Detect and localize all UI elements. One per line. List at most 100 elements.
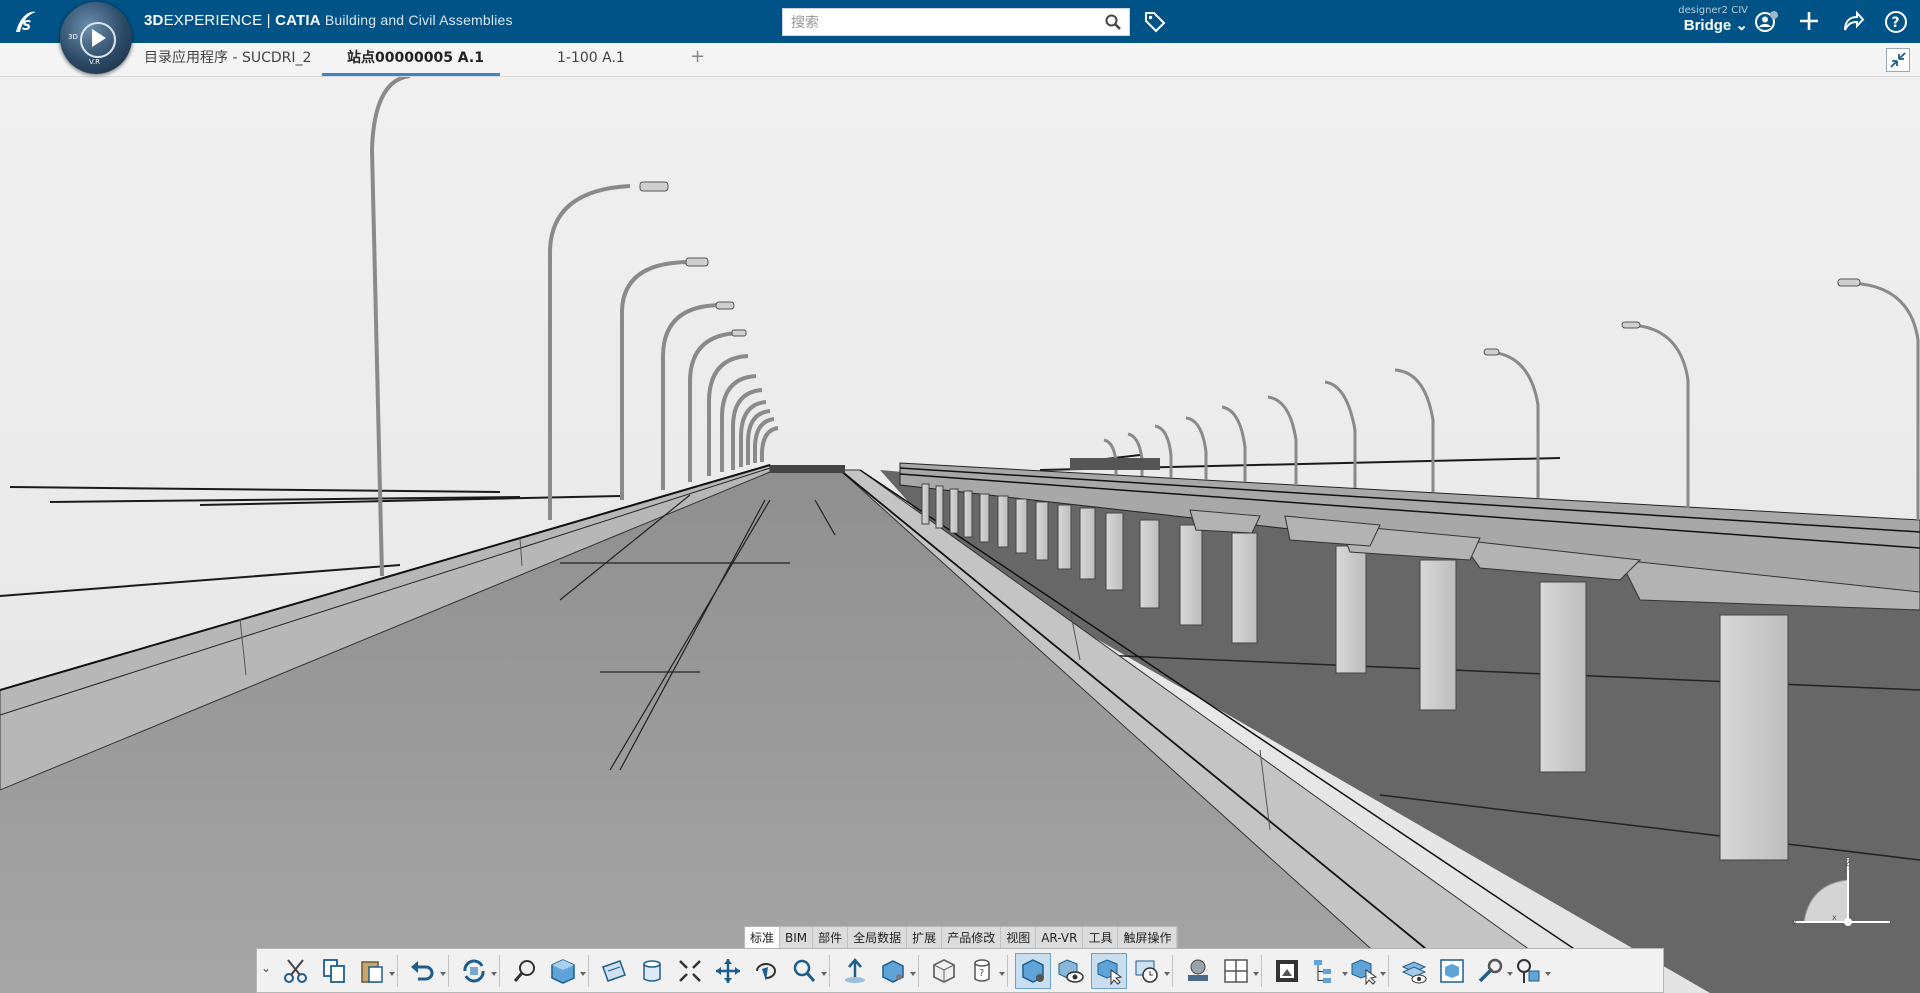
svg-text:?: ? bbox=[1892, 15, 1900, 31]
dropdown-arrow-icon[interactable] bbox=[491, 971, 497, 976]
dropdown-arrow-icon[interactable] bbox=[580, 971, 586, 976]
selection-button[interactable] bbox=[1091, 952, 1127, 989]
cylinder-icon bbox=[643, 959, 661, 982]
cat-tab-parts[interactable]: 部件 bbox=[813, 927, 849, 949]
search-input[interactable] bbox=[783, 9, 1093, 37]
cut-icon bbox=[284, 958, 307, 983]
copy-button[interactable] bbox=[317, 954, 351, 988]
axis-y-label: y bbox=[1792, 917, 1797, 926]
action-bar-toggle-icon[interactable]: ⌄ bbox=[261, 961, 271, 975]
select-cube-button[interactable] bbox=[1346, 954, 1386, 988]
search-icon[interactable] bbox=[1105, 14, 1121, 30]
dropdown-arrow-icon[interactable] bbox=[821, 971, 827, 976]
dropdown-arrow-icon[interactable] bbox=[1164, 971, 1170, 976]
tag-icon[interactable] bbox=[1143, 10, 1167, 34]
cylinder-help-button[interactable]: ? bbox=[965, 954, 1005, 988]
action-bar: ⌄ ? bbox=[256, 948, 1664, 993]
svg-text:S: S bbox=[22, 19, 31, 34]
cat-tab-view[interactable]: 视图 bbox=[1001, 927, 1037, 949]
dropdown-arrow-icon[interactable] bbox=[999, 971, 1005, 976]
toolbar-separator bbox=[588, 954, 589, 987]
save-view-button[interactable] bbox=[1435, 954, 1469, 988]
cat-tab-extend[interactable]: 扩展 bbox=[907, 927, 943, 949]
cylinder-help-icon: ? bbox=[974, 958, 990, 982]
cat-tab-touch[interactable]: 触屏操作 bbox=[1118, 927, 1178, 949]
dropdown-arrow-icon[interactable] bbox=[1380, 971, 1386, 976]
properties-button[interactable] bbox=[1511, 954, 1551, 988]
cut-button[interactable] bbox=[279, 954, 313, 988]
zoom-button[interactable] bbox=[787, 954, 827, 988]
tab-label: 站点00000005 A.1 bbox=[347, 50, 484, 66]
user-area[interactable]: designer2 CIV Bridge ⌄ bbox=[1678, 5, 1748, 34]
dropdown-arrow-icon[interactable] bbox=[1545, 971, 1551, 976]
selection-icon bbox=[1097, 958, 1123, 985]
rotate-button[interactable] bbox=[749, 954, 783, 988]
dropdown-arrow-icon[interactable] bbox=[1253, 971, 1259, 976]
help-icon[interactable]: ? bbox=[1884, 10, 1908, 34]
paste-button[interactable] bbox=[355, 954, 395, 988]
cat-tab-standard[interactable]: 标准 bbox=[745, 927, 781, 949]
compass-widget[interactable]: 3D V.R bbox=[60, 2, 132, 74]
3d-viewport[interactable]: Z y x bbox=[0, 77, 1920, 993]
dropdown-arrow-icon[interactable] bbox=[440, 971, 446, 976]
paste-icon bbox=[361, 960, 383, 983]
undo-icon bbox=[411, 960, 434, 980]
view-mode-button[interactable] bbox=[876, 954, 916, 988]
cube-view-button[interactable] bbox=[546, 954, 586, 988]
toolbar-separator bbox=[1261, 954, 1262, 987]
pan-button[interactable] bbox=[711, 954, 745, 988]
tab-catalog-app[interactable]: 目录应用程序 - SUCDRI_2 bbox=[144, 43, 311, 76]
collapse-button[interactable] bbox=[1886, 48, 1910, 72]
cat-tab-ar-vr[interactable]: AR-VR bbox=[1036, 927, 1084, 949]
add-icon[interactable] bbox=[1798, 10, 1820, 32]
tab-site[interactable]: 站点00000005 A.1 bbox=[322, 43, 500, 76]
capture-icon bbox=[1276, 959, 1298, 982]
update-button[interactable] bbox=[457, 954, 497, 988]
cat-tab-bim[interactable]: BIM bbox=[780, 927, 814, 949]
dassault-logo-icon[interactable]: S bbox=[12, 6, 46, 38]
share-icon[interactable] bbox=[1841, 10, 1865, 32]
axis-compass-icon[interactable]: Z y x bbox=[1790, 852, 1900, 932]
fit-all-button[interactable] bbox=[673, 954, 707, 988]
tools-icon bbox=[1478, 958, 1503, 982]
compass-label-3d: 3D bbox=[68, 33, 78, 41]
action-bar-category-tabs: 标准 BIM 部件 全局数据 扩展 产品修改 视图 AR-VR 工具 触屏操作 bbox=[744, 926, 1179, 949]
user-name: designer2 CIV bbox=[1678, 5, 1748, 16]
cat-tab-tools[interactable]: 工具 bbox=[1083, 927, 1119, 949]
tab-bar: 目录应用程序 - SUCDRI_2 站点00000005 A.1 1-100 A… bbox=[0, 43, 1920, 77]
timer-button[interactable] bbox=[1130, 954, 1170, 988]
section-button[interactable] bbox=[597, 954, 631, 988]
wireframe-button[interactable] bbox=[927, 954, 961, 988]
select-cube-icon bbox=[1351, 958, 1377, 985]
search-box[interactable] bbox=[782, 8, 1130, 37]
dropdown-arrow-icon[interactable] bbox=[910, 971, 916, 976]
tree-button[interactable] bbox=[1308, 954, 1348, 988]
material-button[interactable] bbox=[1181, 954, 1215, 988]
add-tab-button[interactable]: + bbox=[690, 46, 705, 67]
layout-icon bbox=[1224, 958, 1248, 983]
zoom-search-button[interactable] bbox=[508, 954, 542, 988]
brand-title: 3DEXPERIENCE | CATIA Building and Civil A… bbox=[144, 12, 513, 29]
cylinder-button[interactable] bbox=[635, 954, 669, 988]
play-icon[interactable] bbox=[92, 29, 106, 47]
layout-button[interactable] bbox=[1219, 954, 1259, 988]
tools-button[interactable] bbox=[1473, 954, 1513, 988]
tab-label: 1-100 A.1 bbox=[557, 50, 625, 66]
svg-text:?: ? bbox=[979, 968, 984, 979]
view-mode-icon bbox=[882, 959, 904, 983]
collab-space-label: Bridge bbox=[1683, 17, 1732, 34]
toolbar-separator bbox=[918, 954, 919, 987]
layers-button[interactable] bbox=[1397, 954, 1431, 988]
walk-button[interactable] bbox=[838, 954, 872, 988]
tab-scale[interactable]: 1-100 A.1 bbox=[557, 43, 625, 76]
section-icon bbox=[602, 959, 626, 982]
undo-button[interactable] bbox=[406, 954, 446, 988]
render-button[interactable] bbox=[1015, 952, 1051, 989]
cat-tab-product-modify[interactable]: 产品修改 bbox=[942, 927, 1002, 949]
user-profile-icon[interactable] bbox=[1754, 10, 1780, 34]
cat-tab-global-data[interactable]: 全局数据 bbox=[848, 927, 908, 949]
capture-button[interactable] bbox=[1270, 954, 1304, 988]
dropdown-arrow-icon[interactable] bbox=[389, 971, 395, 976]
collab-space-selector[interactable]: Bridge ⌄ bbox=[1678, 16, 1748, 34]
hide-show-button[interactable] bbox=[1054, 954, 1088, 988]
